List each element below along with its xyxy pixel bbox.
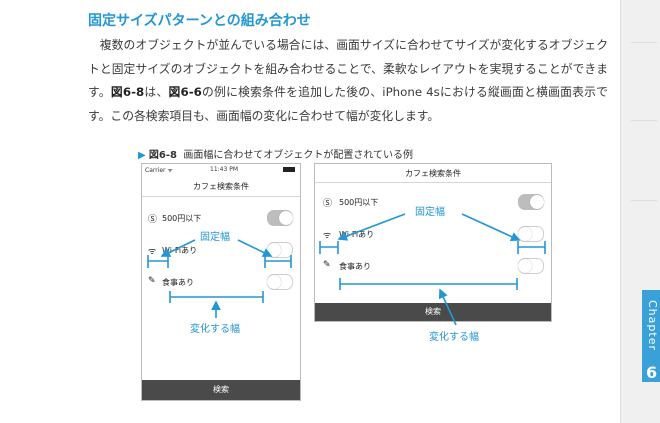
figure-number: 図6-8 [148, 150, 177, 161]
nav-divider [315, 182, 551, 183]
chapter-number: 6 [646, 363, 658, 382]
row-label-price: 500円以下 [339, 198, 379, 207]
wifi-icon: ᯤ [148, 247, 157, 257]
chapter-label: Chapter [646, 300, 659, 351]
nav-title: カフェ検索条件 [193, 182, 249, 191]
bread-icon: ✎ [323, 260, 331, 270]
row-label-wifi: Wi-Fiあり [339, 230, 375, 239]
sidebar-divider [631, 200, 657, 201]
body-paragraph: 複数のオブジェクトが並んでいる場合には、画面サイズに合わせてサイズが変化するオブ… [88, 34, 608, 128]
toggle-wifi[interactable] [267, 242, 293, 258]
toggle-price[interactable] [267, 210, 293, 226]
annotation-variable-width-land: 変化する幅 [427, 328, 481, 343]
toggle-knob [267, 243, 281, 257]
toggle-wifi[interactable] [518, 226, 544, 242]
toggle-food[interactable] [267, 274, 293, 290]
paragraph-text-2: は、 [144, 85, 169, 99]
portrait-phone-screen: Carrier ᯤ 11:43 PM カフェ検索条件 Ⓢ 500円以下 ᯤ Wi… [141, 163, 301, 401]
toggle-knob [267, 275, 281, 289]
search-button[interactable]: 検索 [142, 380, 300, 400]
search-button[interactable]: 検索 [315, 303, 551, 321]
sidebar-divider [631, 42, 657, 43]
nav-divider [142, 196, 300, 197]
figure-ref-2: 図6-6 [168, 85, 202, 99]
annotation-fixed-width-land: 固定幅 [413, 203, 447, 218]
nav-title: カフェ検索条件 [405, 169, 461, 178]
toggle-knob [518, 227, 532, 241]
battery-icon [283, 167, 295, 172]
wifi-icon: ᯤ [323, 231, 332, 241]
annotation-fixed-width: 固定幅 [198, 228, 232, 243]
bread-icon: ✎ [148, 276, 156, 286]
status-bar: Carrier ᯤ 11:43 PM [142, 164, 300, 176]
figure-caption-text: 画面幅に合わせてオブジェクトが配置されている例 [183, 150, 414, 161]
row-label-price: 500円以下 [162, 214, 202, 223]
yen-coin-icon: Ⓢ [148, 215, 158, 225]
book-page: 固定サイズパターンとの組み合わせ 複数のオブジェクトが並んでいる場合には、画面サ… [0, 0, 620, 423]
toggle-food[interactable] [518, 258, 544, 274]
sidebar-divider [631, 120, 657, 121]
figure-ref-1: 図6-8 [110, 85, 145, 99]
yen-coin-icon: Ⓢ [323, 199, 333, 209]
row-label-wifi: Wi-Fiあり [162, 246, 198, 255]
section-heading: 固定サイズパターンとの組み合わせ [88, 13, 311, 29]
figure-caption: ▶ 図6-8 画面幅に合わせてオブジェクトが配置されている例 [138, 146, 413, 161]
caption-triangle-icon: ▶ [138, 150, 146, 161]
toggle-knob [530, 195, 544, 209]
carrier-label: Carrier ᯤ [145, 167, 173, 174]
toggle-knob [518, 259, 532, 273]
toggle-price[interactable] [518, 194, 544, 210]
row-label-food: 食事あり [339, 262, 371, 271]
row-label-food: 食事あり [162, 278, 194, 287]
annotation-variable-width: 変化する幅 [188, 320, 242, 335]
status-time: 11:43 PM [210, 166, 238, 173]
landscape-phone-screen: カフェ検索条件 Ⓢ 500円以下 ᯤ Wi-Fiあり ✎ 食事あり 検索 [314, 163, 552, 322]
toggle-knob [279, 211, 293, 225]
